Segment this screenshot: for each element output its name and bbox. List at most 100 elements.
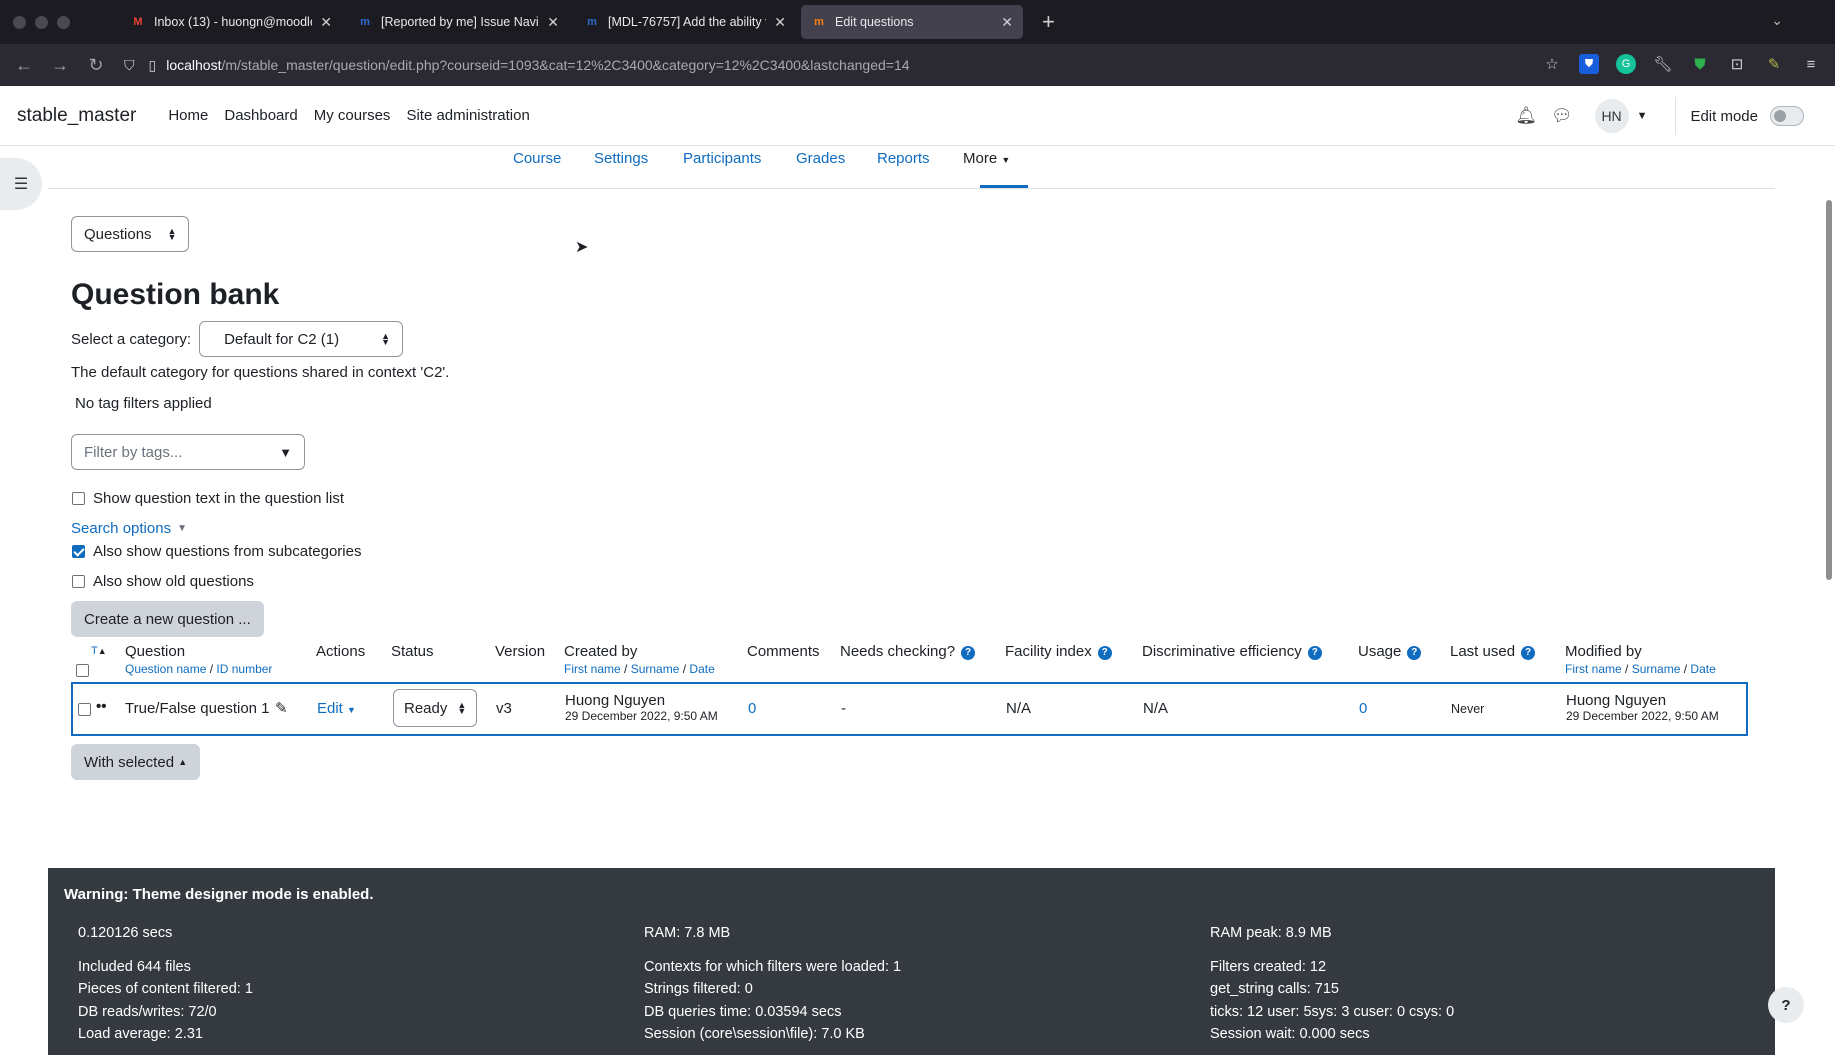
page-scrollbar[interactable] — [1826, 200, 1832, 580]
browser-tab[interactable]: m [Reported by me] Issue Navigat ✕ — [347, 5, 569, 39]
tab-grades[interactable]: Grades — [796, 150, 845, 167]
tab-participants[interactable]: Participants — [683, 150, 761, 167]
dropdown-triangle-icon: ▼ — [279, 444, 292, 460]
menu-icon[interactable]: ≡ — [1801, 54, 1821, 74]
row-select-checkbox[interactable] — [78, 703, 91, 716]
extension-icon[interactable]: ✎ — [1764, 54, 1784, 74]
sort-modified-date[interactable]: Date — [1690, 662, 1715, 676]
bookmark-star-icon[interactable]: ☆ — [1542, 54, 1562, 74]
wrench-icon[interactable]: 🔧︎ — [1653, 54, 1673, 74]
sort-modified-first-name[interactable]: First name — [1565, 662, 1622, 676]
inspect-icon[interactable]: ⊡ — [1727, 54, 1747, 74]
usage-header[interactable]: Usage? — [1358, 643, 1422, 660]
help-icon[interactable]: ? — [1407, 646, 1422, 660]
discriminative-efficiency-header[interactable]: Discriminative efficiency? — [1142, 643, 1322, 660]
tab-more[interactable]: More ▼ — [963, 150, 1010, 167]
course-index-drawer-button[interactable]: ☰ — [0, 158, 42, 210]
sort-created-date[interactable]: Date — [689, 662, 714, 676]
help-icon[interactable]: ? — [1521, 646, 1536, 660]
created-by-header: Created by First name / Surname / Date — [564, 643, 715, 676]
tab-favicon-icon: m — [587, 16, 597, 28]
caret-down-icon[interactable]: ▼ — [177, 523, 187, 534]
privacy-shield-icon[interactable]: ⛊ — [1690, 54, 1710, 74]
performance-stat: Session wait: 0.000 secs — [1210, 1026, 1370, 1042]
actions-header: Actions — [316, 643, 366, 660]
needs-checking-header[interactable]: Needs checking?? — [840, 643, 976, 660]
create-question-button[interactable]: Create a new question ... — [71, 601, 264, 637]
status-select[interactable]: Ready ▲ ▼ — [393, 689, 478, 727]
performance-stat: Session (core\session\file): 7.0 KB — [644, 1026, 865, 1042]
usage-link[interactable]: 0 — [1359, 700, 1367, 717]
question-bank-nav-select[interactable]: Questions ▲ ▼ — [71, 216, 190, 252]
browser-tab[interactable]: m [MDL-76757] Add the ability to ✕ — [574, 5, 796, 39]
browser-tab[interactable]: MInbox (13) - huongn@moodle.co✕ — [120, 5, 342, 39]
tab-favicon-icon: m — [814, 16, 824, 28]
facility-index-header[interactable]: Facility index? — [1005, 643, 1112, 660]
nav-my-courses[interactable]: My courses — [314, 107, 391, 124]
help-icon[interactable]: ? — [1307, 646, 1322, 660]
window-controls[interactable] — [13, 15, 70, 29]
sort-modified-surname[interactable]: Surname — [1632, 662, 1681, 676]
shield-icon[interactable]: ⛉ — [124, 57, 135, 74]
close-tab-icon[interactable]: ✕ — [1001, 14, 1013, 31]
show-question-text-checkbox[interactable] — [72, 492, 85, 505]
status-header[interactable]: Status — [391, 643, 434, 660]
new-tab-button[interactable]: + — [1042, 9, 1055, 35]
grammarly-icon[interactable]: G — [1616, 54, 1636, 74]
sort-created-first-name[interactable]: First name — [564, 662, 621, 676]
question-header: Question Question name / ID number — [125, 643, 273, 676]
forward-icon[interactable]: → — [42, 55, 78, 76]
tab-settings[interactable]: Settings — [594, 150, 648, 167]
nav-dashboard[interactable]: Dashboard — [224, 107, 297, 124]
sort-asc-icon: ▲ — [97, 646, 107, 656]
select-arrows-icon: ▲ ▼ — [457, 700, 467, 716]
category-label: Select a category: — [71, 330, 192, 348]
performance-stat: Load average: 2.31 — [78, 1026, 203, 1042]
sort-question-name[interactable]: Question name — [125, 662, 206, 676]
edit-mode-label: Edit mode — [1690, 107, 1758, 125]
edit-name-pencil-icon[interactable]: ✎ — [275, 699, 288, 717]
search-options-link[interactable]: Search options — [71, 520, 171, 537]
last-used-header[interactable]: Last used? — [1450, 643, 1536, 660]
close-tab-icon[interactable]: ✕ — [774, 14, 786, 31]
tab-course[interactable]: Course — [513, 150, 561, 167]
subcategories-checkbox[interactable] — [72, 545, 85, 558]
close-tab-icon[interactable]: ✕ — [320, 14, 332, 31]
tag-filter-input[interactable]: Filter by tags... ▼ — [71, 434, 305, 470]
messages-icon[interactable]: 💬︎ — [1551, 106, 1573, 126]
last-used-value: Never — [1451, 702, 1485, 716]
avatar[interactable]: HN — [1594, 99, 1629, 133]
close-tab-icon[interactable]: ✕ — [547, 14, 559, 31]
caret-up-icon: ▲ — [178, 757, 188, 767]
comments-link[interactable]: 0 — [748, 700, 756, 717]
address-bar[interactable]: localhost/m/stable_master/question/edit.… — [166, 57, 909, 73]
site-name[interactable]: stable_master — [17, 105, 136, 127]
sort-type-header[interactable]: T▲ — [91, 641, 107, 658]
edit-action-menu[interactable]: Edit ▼ — [317, 700, 356, 717]
comments-header[interactable]: Comments — [747, 643, 820, 660]
bitwarden-icon[interactable]: ⛊ — [1579, 54, 1599, 74]
performance-stat — [644, 945, 901, 956]
sort-created-surname[interactable]: Surname — [631, 662, 680, 676]
active-tab-indicator — [980, 185, 1028, 188]
tab-reports[interactable]: Reports — [877, 150, 930, 167]
browser-tab[interactable]: m Edit questions ✕ — [801, 5, 1023, 39]
list-tabs-icon[interactable]: ⌄ — [1771, 12, 1783, 29]
version-value: v3 — [496, 700, 512, 717]
old-questions-checkbox[interactable] — [72, 575, 85, 588]
sort-id-number[interactable]: ID number — [216, 662, 272, 676]
category-select[interactable]: Default for C2 (1) ▲ ▼ — [199, 321, 404, 357]
help-icon[interactable]: ? — [961, 646, 976, 660]
version-header[interactable]: Version — [495, 643, 545, 660]
select-all-checkbox[interactable] — [76, 664, 89, 677]
help-question-button[interactable]: ? — [1768, 987, 1804, 1023]
nav-site-administration[interactable]: Site administration — [406, 107, 529, 124]
nav-home[interactable]: Home — [168, 107, 208, 124]
notification-bell-icon[interactable]: 🔔︎ — [1515, 106, 1537, 126]
edit-mode-toggle[interactable] — [1770, 106, 1804, 126]
back-icon[interactable]: ← — [6, 55, 42, 76]
reload-icon[interactable]: ↻ — [78, 55, 114, 76]
with-selected-button[interactable]: With selected ▲ — [71, 744, 201, 780]
chevron-down-icon[interactable]: ▼ — [1637, 110, 1648, 122]
help-icon[interactable]: ? — [1097, 646, 1112, 660]
